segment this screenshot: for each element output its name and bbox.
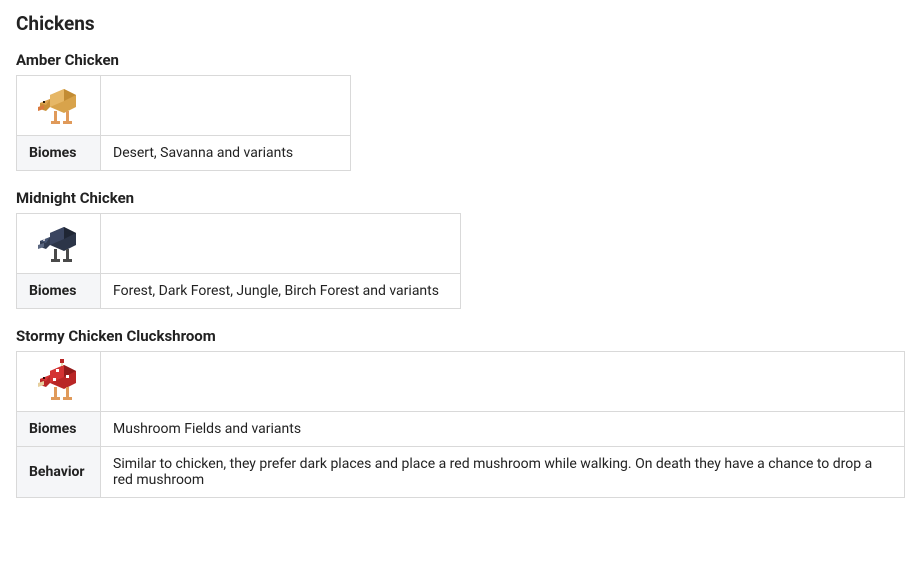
cluckshroom-icon <box>34 357 84 407</box>
entry-table: Biomes Mushroom Fields and variants Beha… <box>16 351 905 498</box>
amber-chicken-icon <box>34 81 84 131</box>
entry-image-cell <box>17 76 101 136</box>
section-heading: Chickens <box>16 12 905 35</box>
entry-image-cell <box>17 352 101 412</box>
table-row <box>17 76 351 136</box>
table-row: Biomes Forest, Dark Forest, Jungle, Birc… <box>17 274 461 309</box>
row-value-biomes: Desert, Savanna and variants <box>101 136 351 171</box>
table-row <box>17 214 461 274</box>
entry-title: Stormy Chicken Cluckshroom <box>16 327 905 345</box>
row-value-biomes: Mushroom Fields and variants <box>101 412 905 447</box>
table-row: Biomes Desert, Savanna and variants <box>17 136 351 171</box>
entry-image-cell <box>17 214 101 274</box>
row-value-behavior: Similar to chicken, they prefer dark pla… <box>101 447 905 498</box>
entry-cluckshroom: Stormy Chicken Cluckshroom <box>16 327 905 498</box>
entry-image-gap <box>101 214 461 274</box>
row-label-biomes: Biomes <box>17 136 101 171</box>
entry-table: Biomes Forest, Dark Forest, Jungle, Birc… <box>16 213 461 309</box>
entry-amber-chicken: Amber Chicken <box>16 51 905 171</box>
table-row: Biomes Mushroom Fields and variants <box>17 412 905 447</box>
row-label-biomes: Biomes <box>17 412 101 447</box>
row-value-biomes: Forest, Dark Forest, Jungle, Birch Fores… <box>101 274 461 309</box>
entry-table: Biomes Desert, Savanna and variants <box>16 75 351 171</box>
entry-midnight-chicken: Midnight Chicken <box>16 189 905 309</box>
table-row: Behavior Similar to chicken, they prefer… <box>17 447 905 498</box>
entry-image-gap <box>101 76 351 136</box>
entry-image-gap <box>101 352 905 412</box>
row-label-behavior: Behavior <box>17 447 101 498</box>
entry-title: Midnight Chicken <box>16 189 905 207</box>
row-label-biomes: Biomes <box>17 274 101 309</box>
midnight-chicken-icon <box>34 219 84 269</box>
entry-title: Amber Chicken <box>16 51 905 69</box>
table-row <box>17 352 905 412</box>
